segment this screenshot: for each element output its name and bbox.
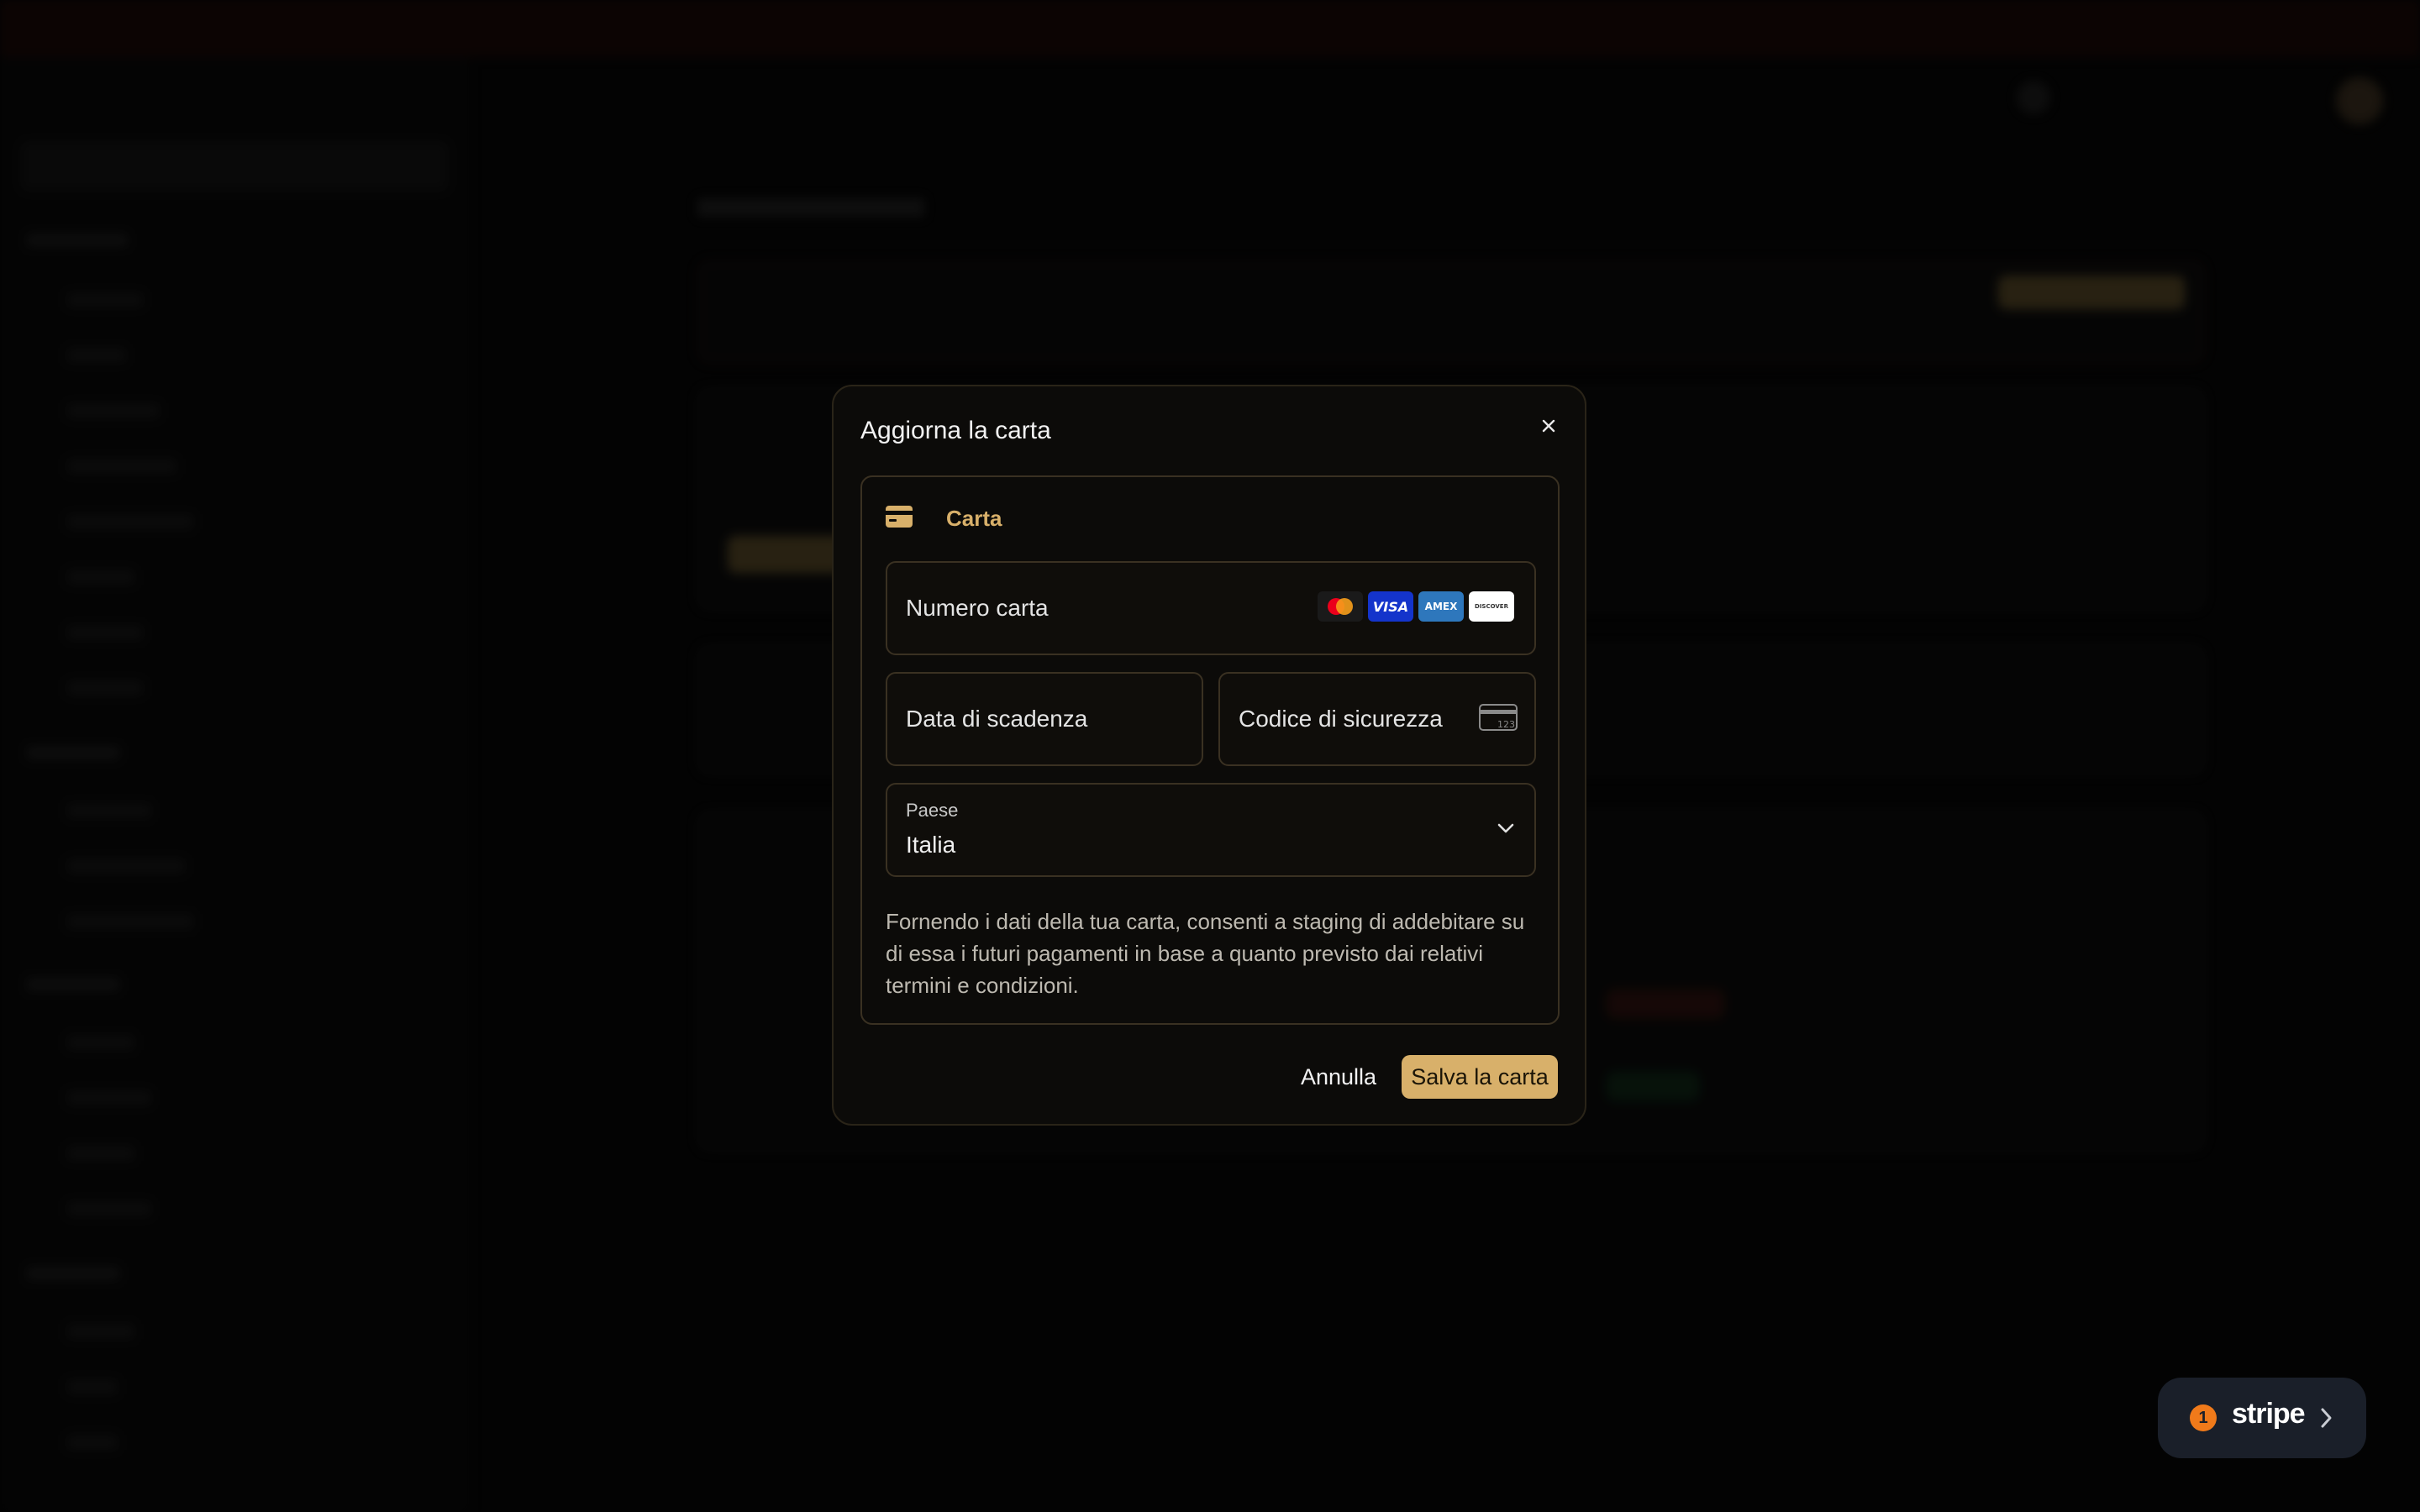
credit-card-icon	[886, 506, 913, 532]
close-button[interactable]	[1534, 412, 1563, 440]
payment-element: Carta Numero carta VISA AMEX DISCOVER Da…	[860, 475, 1560, 1025]
visa-icon: VISA	[1368, 591, 1413, 622]
cvc-card-icon: 123	[1479, 704, 1518, 731]
save-card-button[interactable]: Salva la carta	[1402, 1055, 1558, 1099]
country-value: Italia	[906, 832, 956, 858]
mastercard-icon	[1318, 591, 1363, 622]
cvc-field[interactable]: Codice di sicurezza 123	[1218, 672, 1536, 766]
stripe-dev-badge[interactable]: 1 stripe	[2158, 1378, 2366, 1458]
notification-count: 1	[2190, 1404, 2217, 1431]
mandate-disclaimer: Fornendo i dati della tua carta, consent…	[886, 909, 1525, 998]
expiry-field[interactable]: Data di scadenza	[886, 672, 1203, 766]
discover-icon: DISCOVER	[1469, 591, 1514, 622]
stripe-logo: stripe	[2232, 1398, 2306, 1430]
cancel-button[interactable]: Annulla	[1291, 1055, 1386, 1099]
dialog-title: Aggiorna la carta	[860, 417, 1051, 444]
chevron-down-icon	[1497, 823, 1514, 833]
card-number-field[interactable]: Numero carta VISA AMEX DISCOVER	[886, 561, 1536, 655]
close-icon	[1542, 419, 1555, 433]
chevron-right-icon	[2321, 1408, 2332, 1428]
cvc-placeholder: Codice di sicurezza	[1239, 706, 1443, 732]
expiry-placeholder: Data di scadenza	[906, 706, 1088, 732]
country-label: Paese	[906, 800, 959, 821]
amex-icon: AMEX	[1418, 591, 1464, 622]
svg-text:123: 123	[1497, 719, 1515, 730]
card-number-placeholder: Numero carta	[906, 595, 1049, 621]
update-card-dialog: Aggiorna la carta Carta Numero carta VIS	[832, 385, 1586, 1126]
country-select[interactable]: Paese Italia	[886, 783, 1536, 877]
payment-method-tab[interactable]: Carta	[946, 506, 1002, 532]
